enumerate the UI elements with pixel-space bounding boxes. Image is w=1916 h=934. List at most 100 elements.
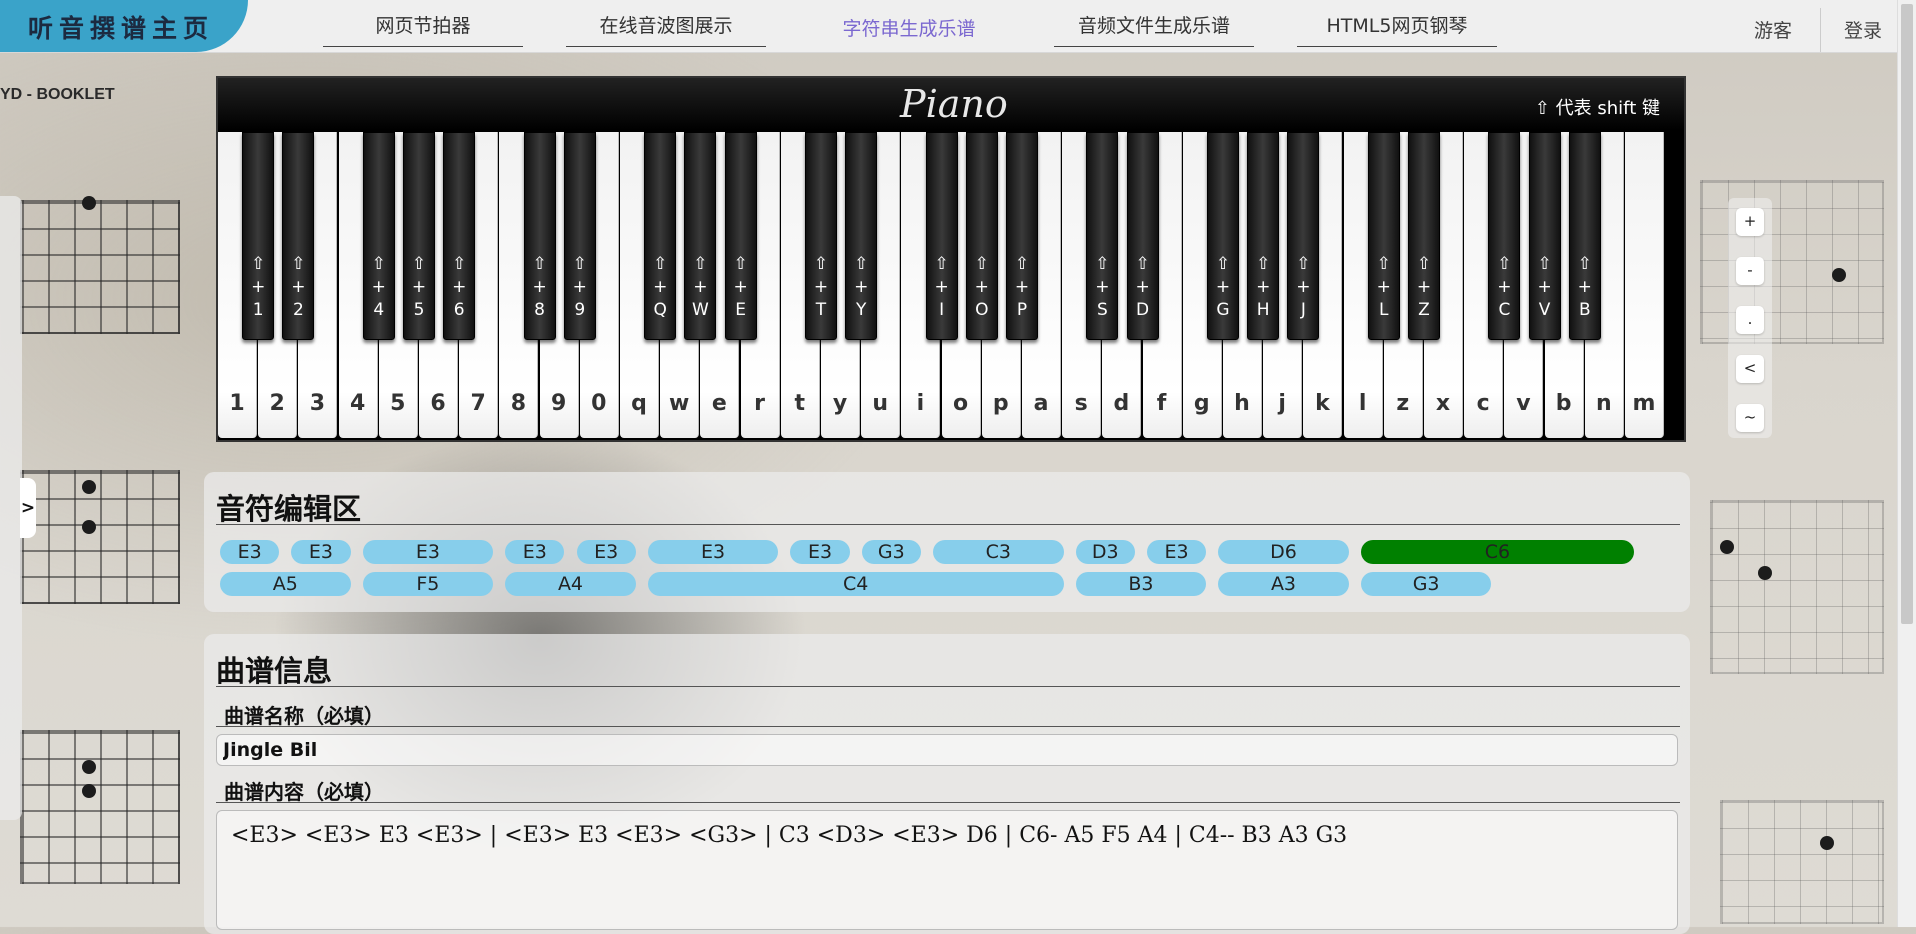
scrollbar-thumb[interactable] (1901, 4, 1913, 624)
white-key-label: 0 (591, 391, 607, 416)
black-key-O[interactable]: ⇧ + O (965, 132, 998, 340)
bg-note-dot (1720, 540, 1734, 554)
plus-sign: + (371, 277, 386, 297)
black-key-S[interactable]: ⇧ + S (1086, 132, 1119, 340)
black-key-label: T (815, 300, 827, 320)
score-content-divider (216, 802, 1680, 803)
white-key-label: u (872, 391, 889, 416)
black-key-V[interactable]: ⇧ + V (1528, 132, 1561, 340)
black-key-Y[interactable]: ⇧ + Y (845, 132, 878, 340)
note-chip[interactable]: E3 (647, 540, 779, 564)
black-key-G[interactable]: ⇧ + G (1207, 132, 1239, 340)
black-key-label: L (1379, 300, 1389, 320)
white-key-label: 8 (510, 391, 527, 416)
note-chip[interactable]: A4 (505, 572, 636, 596)
note-editor-title: 音符编辑区 (216, 492, 362, 526)
black-key-5[interactable]: ⇧ +5 (403, 132, 435, 340)
plus-sign: + (1416, 277, 1432, 297)
shorten-note-button[interactable]: < (1736, 355, 1764, 383)
white-key-label: o (953, 391, 969, 416)
note-chip[interactable]: E3 (291, 540, 351, 564)
side-panel-toggle[interactable]: > (20, 478, 36, 538)
black-key-2[interactable]: ⇧ +2 (282, 132, 315, 340)
plus-sign: + (411, 277, 427, 297)
white-key-label: 6 (430, 391, 446, 416)
piano-right-edge (1666, 132, 1684, 438)
black-key-4[interactable]: ⇧ +4 (362, 132, 395, 340)
note-chip[interactable]: E3 (505, 540, 565, 564)
black-key-J[interactable]: ⇧ + J (1287, 132, 1320, 340)
note-chip[interactable]: G3 (861, 540, 921, 564)
shift-icon: ⇧ (813, 254, 829, 274)
black-key-I[interactable]: ⇧ + I (925, 132, 958, 340)
tie-note-button[interactable]: ~ (1736, 404, 1764, 432)
note-chip[interactable]: E3 (790, 540, 850, 564)
score-name-input[interactable] (216, 734, 1678, 766)
note-chip[interactable]: G3 (1360, 572, 1492, 596)
black-key-L[interactable]: ⇧ + L (1367, 132, 1400, 340)
site-logo-text: 听音撰谱主页 (28, 14, 215, 43)
nav-link-audio-to-score[interactable]: 音频文件生成乐谱 (1054, 12, 1254, 47)
note-chip[interactable]: E3 (576, 540, 636, 564)
note-chip[interactable]: E3 (220, 540, 280, 564)
white-key-label: l (1358, 391, 1367, 416)
nav-link-metronome[interactable]: 网页节拍器 (323, 12, 523, 47)
white-key-label: g (1193, 391, 1210, 416)
plus-sign: + (452, 277, 467, 297)
black-key-W[interactable]: ⇧ + W (684, 132, 717, 340)
note-chip[interactable]: C3 (933, 540, 1064, 564)
extend-note-button[interactable]: - (1736, 257, 1764, 285)
note-chip[interactable]: C4 (647, 572, 1064, 596)
shift-icon: ⇧ (1256, 254, 1271, 274)
white-key-m[interactable]: m (1625, 132, 1664, 438)
bg-chord-grid (1710, 500, 1884, 674)
black-key-P[interactable]: ⇧ + P (1006, 132, 1038, 340)
plus-sign: + (854, 277, 869, 297)
black-key-Q[interactable]: ⇧ + Q (644, 132, 677, 340)
score-content-textarea[interactable]: <E3> <E3> E3 <E3> | <E3> E3 <E3> <G3> | … (216, 810, 1678, 930)
note-chip[interactable]: D6 (1218, 540, 1349, 564)
black-key-D[interactable]: ⇧ + D (1126, 132, 1159, 340)
note-chip[interactable]: A5 (220, 572, 351, 596)
black-key-E[interactable]: ⇧ + E (724, 132, 757, 340)
black-key-9[interactable]: ⇧ +9 (563, 132, 596, 340)
note-chip-selected[interactable]: C6 (1360, 540, 1634, 564)
nav-link-html5-piano[interactable]: HTML5网页钢琴 (1297, 12, 1497, 47)
black-key-8[interactable]: ⇧ +8 (523, 132, 556, 340)
black-key-C[interactable]: ⇧ + C (1488, 132, 1521, 340)
login-link[interactable]: 登录 (1844, 16, 1882, 43)
note-chip[interactable]: E3 (1146, 540, 1207, 564)
white-key-label: s (1074, 391, 1088, 416)
black-key-1[interactable]: ⇧ +1 (242, 132, 275, 340)
black-key-6[interactable]: ⇧ +6 (443, 132, 476, 340)
note-chip[interactable]: E3 (362, 540, 494, 564)
black-key-H[interactable]: ⇧ + H (1247, 132, 1280, 340)
black-key-Z[interactable]: ⇧ + Z (1408, 132, 1440, 340)
nav-link-string-to-score[interactable]: 字符串生成乐谱 (809, 15, 1009, 49)
white-key-label: j (1278, 391, 1286, 416)
note-chip[interactable]: D3 (1075, 540, 1135, 564)
nav-link-waveform[interactable]: 在线音波图展示 (566, 12, 766, 47)
guest-link[interactable]: 游客 (1754, 16, 1792, 43)
note-chip[interactable]: B3 (1075, 572, 1207, 596)
bg-chord-grid (1720, 800, 1884, 924)
shift-icon: ⇧ (1577, 254, 1592, 274)
shift-icon: ⇧ (291, 254, 306, 274)
shift-icon: ⇧ (532, 254, 547, 274)
black-key-B[interactable]: ⇧ + B (1568, 132, 1601, 340)
dot-note-button[interactable]: . (1736, 306, 1764, 334)
black-key-label: B (1578, 300, 1591, 320)
page-scrollbar[interactable] (1897, 0, 1916, 927)
shift-icon: ⇧ (693, 254, 708, 274)
black-key-label: O (975, 300, 989, 320)
note-chip[interactable]: A3 (1218, 572, 1349, 596)
shift-icon: ⇧ (1376, 254, 1391, 274)
piano-header: Piano ⇧ 代表 shift 键 (218, 78, 1684, 130)
note-editor-divider (216, 524, 1680, 525)
black-key-label: E (735, 300, 746, 320)
white-key-label: y (832, 391, 848, 416)
note-chip[interactable]: F5 (362, 572, 494, 596)
add-note-button[interactable]: + (1736, 208, 1764, 236)
site-logo[interactable]: 听音撰谱主页 (0, 0, 248, 52)
black-key-T[interactable]: ⇧ + T (805, 132, 837, 340)
